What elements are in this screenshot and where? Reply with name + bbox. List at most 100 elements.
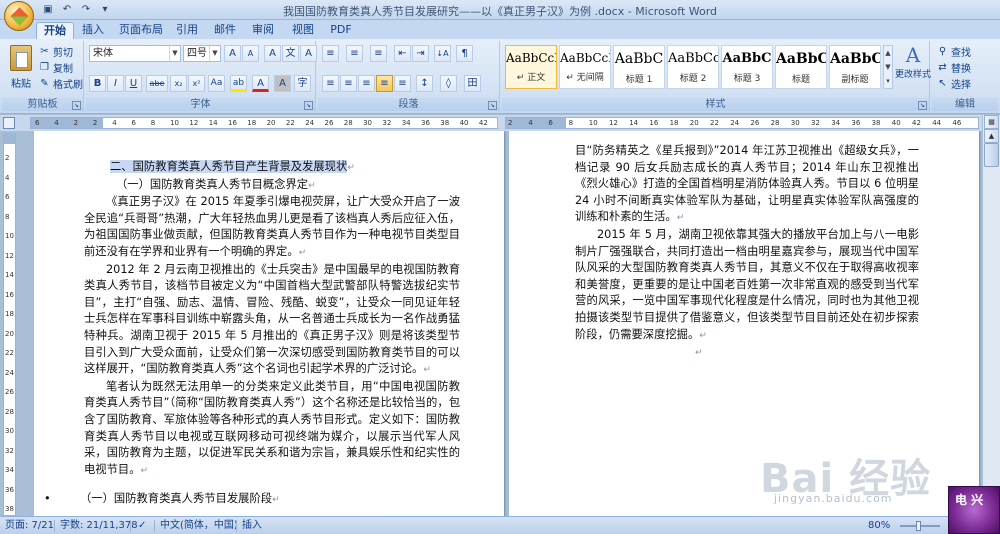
tab-insert[interactable]: 插入	[78, 22, 108, 39]
ruler-number: 4	[5, 173, 10, 182]
zoom-slider[interactable]	[900, 519, 940, 533]
insert-mode[interactable]: 插入	[242, 519, 262, 533]
align-right-button[interactable]: ≡	[358, 75, 375, 92]
style-normal[interactable]: AaBbCcI ↵ 正文	[505, 45, 557, 89]
numbering-button[interactable]: ≡	[346, 45, 363, 62]
tab-references[interactable]: 引用	[172, 22, 202, 39]
clipboard-launcher-icon[interactable]: ↘	[72, 101, 81, 110]
word-count[interactable]: 字数: 21/11,378	[60, 519, 138, 533]
copy-button[interactable]: ❐ 复制	[38, 60, 73, 75]
styles-launcher-icon[interactable]: ↘	[918, 101, 927, 110]
char-border-button[interactable]: A	[300, 45, 317, 62]
replace-button[interactable]: ⇄ 替换	[936, 60, 971, 75]
font-name-select[interactable]: 宋体 ▼	[89, 45, 181, 62]
font-launcher-icon[interactable]: ↘	[304, 101, 313, 110]
spelling-icon[interactable]: ✓	[138, 519, 146, 533]
grow-font-button[interactable]: A	[224, 45, 241, 62]
style-heading-2[interactable]: AaBbCc 标题 2	[667, 45, 719, 89]
ruler-number: 20	[5, 329, 14, 338]
font-color-button[interactable]: A	[252, 75, 269, 92]
style-heading-3[interactable]: AaBbC 标题 3	[721, 45, 773, 89]
tab-mailings[interactable]: 邮件	[210, 22, 240, 39]
paste-button[interactable]: 粘贴	[6, 43, 36, 95]
page-count[interactable]: 页面: 7/21	[5, 519, 54, 533]
tab-home[interactable]: 开始	[36, 22, 74, 39]
title-bar: ▣ ↶ ↷ ▾ 我国国防教育类真人秀节目发展研究——以《真正男子汉》为例 .do…	[0, 0, 1000, 31]
decrease-indent-button[interactable]: ⇤	[394, 45, 411, 62]
office-button[interactable]	[4, 1, 34, 31]
style-preview: AaBbCcI	[560, 51, 610, 65]
select-button[interactable]: ↖ 选择	[936, 76, 971, 91]
ruler-number: 38	[440, 119, 450, 127]
scroll-up-icon[interactable]: ▲	[984, 129, 999, 143]
style-subtitle[interactable]: AaBbC 副标题	[829, 45, 881, 89]
find-button[interactable]: ⚲ 查找	[936, 44, 971, 59]
horizontal-ruler-right[interactable]: 2 4 6 8 10 12 14 16 18 20 22 24 26 28 30 32 34 36 38 40 42 44…	[505, 117, 979, 129]
ruler-toggle-icon[interactable]: ▦	[984, 115, 999, 129]
style-preview: AaBbC	[722, 51, 772, 66]
style-heading-1[interactable]: AaBbC 标题 1	[613, 45, 665, 89]
watermark-url: jingyan.baidu.com	[774, 492, 893, 505]
superscript-button[interactable]: x²	[188, 75, 205, 92]
bullets-button[interactable]: ≡	[322, 45, 339, 62]
shrink-font-button[interactable]: A	[242, 45, 259, 62]
distributed-button[interactable]: ≡	[394, 75, 411, 92]
page-left[interactable]: 二、国防教育类真人秀节目产生背景及发展现状↵ （一）国防教育类真人秀节目概念界定…	[34, 131, 504, 516]
clipboard-group: 粘贴 ✂ 剪切 ❐ 复制 ✎ 格式刷 剪贴板 ↘	[2, 41, 84, 112]
ruler-number: 6	[5, 193, 10, 201]
zoom-level[interactable]: 80%	[868, 519, 890, 533]
increase-indent-button[interactable]: ⇥	[412, 45, 429, 62]
show-marks-button[interactable]: ¶	[456, 45, 473, 62]
font-size-value: 四号	[187, 48, 207, 59]
horizontal-ruler-left[interactable]: 6 4 2 2 4 6 8 10 12 14 16 18 20 22 24 26 28 30 32 34 36 38 40 4…	[30, 117, 498, 129]
format-painter-button[interactable]: ✎ 格式刷	[38, 76, 83, 91]
ruler-number: 14	[5, 271, 14, 279]
tab-review[interactable]: 审阅	[248, 22, 278, 39]
tab-pdf[interactable]: PDF	[326, 22, 356, 39]
paragraph-launcher-icon[interactable]: ↘	[488, 101, 497, 110]
clear-formatting-button[interactable]: A	[264, 45, 281, 62]
change-styles-button[interactable]: A 更改样式	[895, 43, 931, 95]
change-case-button[interactable]: Aa	[208, 75, 225, 92]
ruler-number: 12	[609, 119, 618, 127]
strikethrough-button[interactable]: abe	[146, 75, 168, 92]
vertical-ruler[interactable]: 2 4 6 8 10 12 14 16 18 20 22 24 26 28 30 32 34 36 38	[3, 133, 16, 516]
center-button[interactable]: ≡	[340, 75, 357, 92]
ruler-number: 28	[770, 119, 780, 127]
style-name: 标题 2	[679, 74, 707, 84]
vertical-scrollbar[interactable]: ▦ ▲	[982, 115, 1000, 516]
tab-selector-icon[interactable]	[3, 117, 15, 129]
styles-group: AaBbCcI ↵ 正文 AaBbCcI ↵ 无间隔 AaBbC 标题 1 AaBbC…	[502, 41, 931, 112]
ruler-number: 16	[649, 119, 659, 127]
underline-button[interactable]: U	[125, 75, 142, 92]
ruler-number: 22	[5, 349, 14, 357]
shading-button[interactable]: ◊	[440, 75, 457, 92]
style-title[interactable]: AaBbC 标题	[775, 45, 827, 89]
italic-button[interactable]: I	[107, 75, 124, 92]
subscript-button[interactable]: x₂	[170, 75, 187, 92]
style-no-spacing[interactable]: AaBbCcI ↵ 无间隔	[559, 45, 611, 89]
paragraph-text: 笔者认为既然无法用单一的分类来定义此类节目，用“中国电视国防教育类真人秀节目”（…	[84, 379, 460, 476]
status-bar: 页面: 7/21 字数: 21/11,378 ✓ 中文(简体，中国) 插入 80…	[0, 516, 1000, 534]
multilevel-list-button[interactable]: ≡	[370, 45, 387, 62]
tab-view[interactable]: 视图	[288, 22, 318, 39]
phonetic-guide-button[interactable]: 文	[282, 45, 299, 62]
cut-button[interactable]: ✂ 剪切	[38, 44, 73, 59]
enclose-characters-button[interactable]: 字	[294, 75, 311, 92]
line-spacing-button[interactable]: ↕	[416, 75, 433, 92]
align-left-button[interactable]: ≡	[322, 75, 339, 92]
paragraph: 2012 年 2 月云南卫视推出的《士兵突击》是中国最早的电视国防教育类真人秀节…	[84, 262, 460, 376]
ruler-number: 8	[5, 212, 10, 221]
font-size-select[interactable]: 四号 ▼	[183, 45, 221, 62]
heading-text: 二、国防教育类真人秀节目产生背景及发展现状	[110, 160, 348, 173]
language-indicator[interactable]: 中文(简体，中国)	[160, 519, 238, 533]
scroll-thumb[interactable]	[984, 143, 999, 167]
justify-button[interactable]: ≡	[376, 75, 393, 92]
tab-page-layout[interactable]: 页面布局	[116, 22, 166, 39]
bold-button[interactable]: B	[89, 75, 106, 92]
sort-button[interactable]: ↓A	[434, 45, 451, 62]
borders-button[interactable]: 田	[464, 75, 481, 92]
char-shading-button[interactable]: A	[274, 75, 291, 92]
highlight-button[interactable]: ab	[230, 75, 247, 92]
styles-scroll[interactable]: ▲ ▼ ▾	[883, 45, 893, 89]
